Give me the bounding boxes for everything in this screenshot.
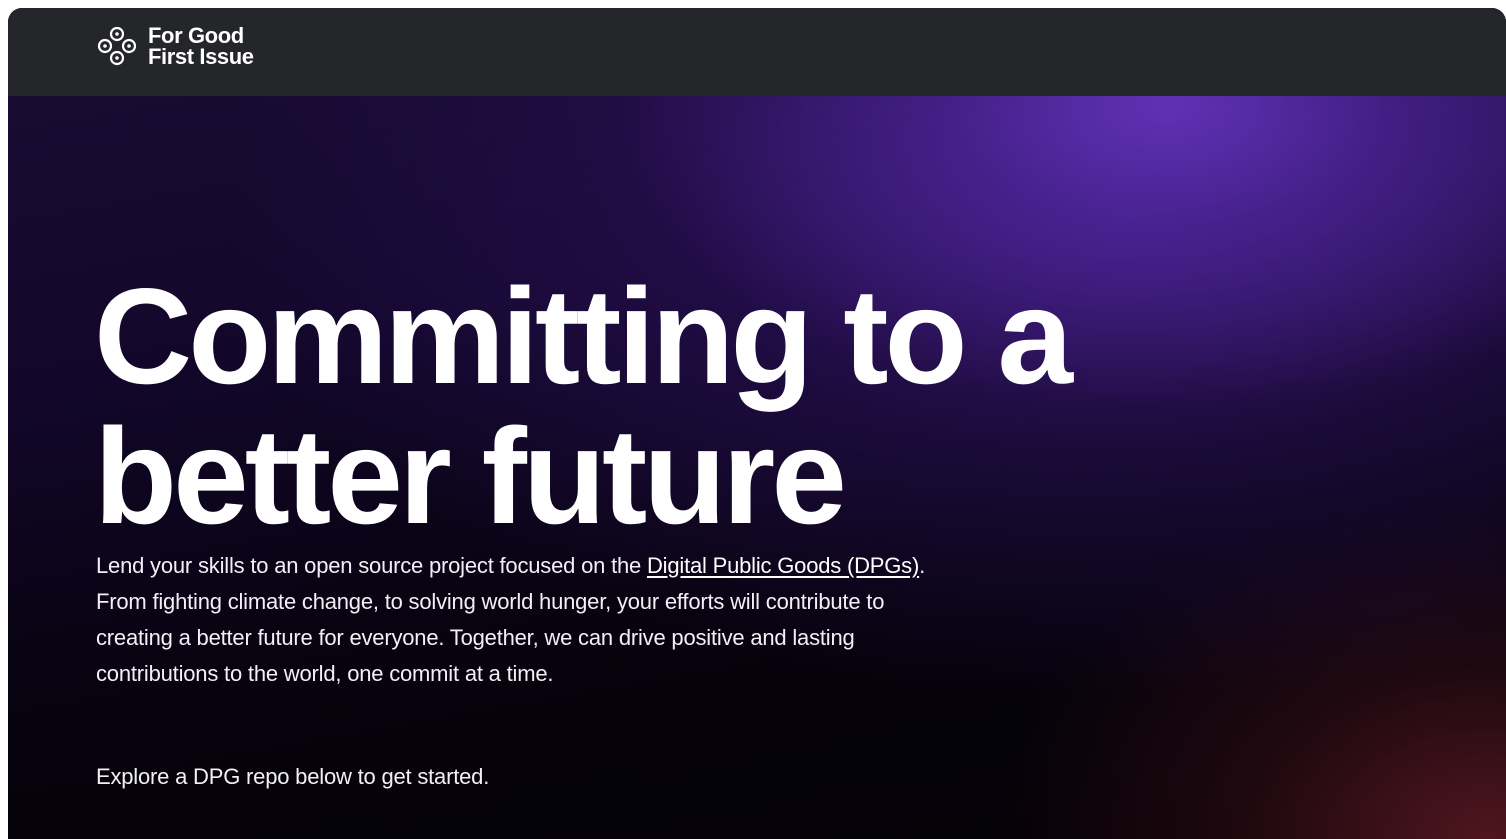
hero-description-text-start: Lend your skills to an open source proje… xyxy=(96,553,647,578)
logo-line-2: First Issue xyxy=(148,44,254,69)
hero-title-line-2: better future xyxy=(94,400,847,552)
home-logo-link[interactable]: For Good First Issue xyxy=(96,23,254,69)
logo-wordmark: For Good First Issue xyxy=(148,23,254,69)
hero-title: Committing to a better future xyxy=(94,266,1194,546)
hero-description: Lend your skills to an open source proje… xyxy=(96,548,926,692)
hero-title-line-1: Committing to a xyxy=(94,260,1073,412)
logo-line-1: For Good xyxy=(148,23,244,48)
hero-cta-text: Explore a DPG repo below to get started. xyxy=(96,764,490,789)
four-circles-logo-icon xyxy=(97,26,137,66)
browser-viewport: For Good First Issue Committing to a bet… xyxy=(8,8,1506,839)
digital-public-goods-link[interactable]: Digital Public Goods (DPGs) xyxy=(647,553,919,578)
top-navbar: For Good First Issue xyxy=(8,8,1506,96)
hero-section: Committing to a better future Lend your … xyxy=(8,96,1506,839)
